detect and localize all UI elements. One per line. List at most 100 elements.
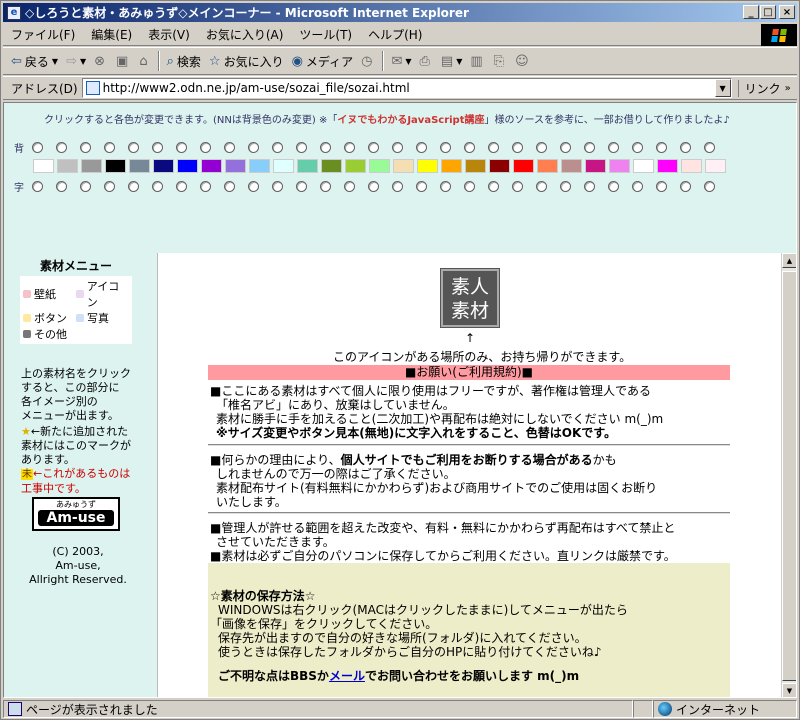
bg-color-radio[interactable] [512, 142, 523, 153]
mail-button[interactable]: ✉ ▼ [387, 49, 415, 73]
text-color-radio[interactable] [200, 181, 211, 192]
text-color-radio[interactable] [320, 181, 331, 192]
menu-item-wallpaper[interactable]: 壁紙 [23, 278, 76, 310]
scroll-thumb[interactable] [782, 271, 796, 681]
text-color-radio[interactable] [104, 181, 115, 192]
text-color-radio[interactable] [344, 181, 355, 192]
text-color-radio[interactable] [296, 181, 307, 192]
text-color-radio[interactable] [416, 181, 427, 192]
text-color-radio[interactable] [512, 181, 523, 192]
close-button[interactable]: × [779, 5, 795, 19]
address-dropdown-button[interactable]: ▼ [714, 79, 731, 97]
print-button[interactable]: ⎙ [416, 49, 437, 73]
bg-color-radio[interactable] [392, 142, 403, 153]
text-color-radio[interactable] [176, 181, 187, 192]
bg-color-radio[interactable] [176, 142, 187, 153]
javascript-course-link[interactable]: イヌでもわかるJavaScript講座 [337, 115, 484, 126]
refresh-button[interactable]: ▣ [112, 49, 135, 73]
text-color-radio[interactable] [464, 181, 475, 192]
discuss-button[interactable]: ▥ [466, 49, 489, 73]
bg-color-radio[interactable] [704, 142, 715, 153]
menu-file[interactable]: ファイル(F) [3, 26, 83, 43]
bg-color-radio[interactable] [56, 142, 67, 153]
bg-color-radio[interactable] [320, 142, 331, 153]
text-color-radio[interactable] [368, 181, 379, 192]
history-button[interactable]: ◷ [357, 49, 379, 73]
scroll-down-button[interactable]: ▼ [782, 683, 796, 697]
bg-color-radio[interactable] [344, 142, 355, 153]
bg-color-radio[interactable] [560, 142, 571, 153]
menu-item-photo[interactable]: 写真 [76, 310, 129, 326]
bg-color-radio[interactable] [296, 142, 307, 153]
bg-color-radio[interactable] [272, 142, 283, 153]
bg-color-radio[interactable] [368, 142, 379, 153]
bg-color-radio[interactable] [440, 142, 451, 153]
menu-tools[interactable]: ツール(T) [291, 26, 360, 43]
text-color-radio[interactable] [632, 181, 643, 192]
bg-color-radio[interactable] [416, 142, 427, 153]
text-color-radio[interactable] [224, 181, 235, 192]
menu-item-button[interactable]: ボタン [23, 310, 76, 326]
bg-color-radio[interactable] [32, 142, 43, 153]
text-color-radio[interactable] [248, 181, 259, 192]
bg-color-radio[interactable] [608, 142, 619, 153]
bg-color-radio[interactable] [80, 142, 91, 153]
forward-button[interactable]: ⇨ ▼ [62, 49, 90, 73]
research-button[interactable]: ⎘ [490, 49, 511, 73]
text-color-radio[interactable] [680, 181, 691, 192]
links-button[interactable]: リンク [737, 79, 781, 97]
bg-color-radio[interactable] [200, 142, 211, 153]
text-color-radio[interactable] [704, 181, 715, 192]
menu-edit[interactable]: 編集(E) [83, 26, 140, 43]
text-color-radio[interactable] [56, 181, 67, 192]
menu-view[interactable]: 表示(V) [140, 26, 198, 43]
bg-color-radio[interactable] [656, 142, 667, 153]
bg-color-radio[interactable] [224, 142, 235, 153]
bg-color-radio[interactable] [104, 142, 115, 153]
minimize-button[interactable]: _ [743, 5, 759, 19]
edit-button[interactable]: ▤ ▼ [437, 49, 466, 73]
back-button[interactable]: ⇦ 戻る ▼ [7, 49, 62, 73]
bg-color-radio[interactable] [152, 142, 163, 153]
text-color-radio[interactable] [536, 181, 547, 192]
bg-color-radio[interactable] [680, 142, 691, 153]
text-color-radio[interactable] [488, 181, 499, 192]
bg-color-radio[interactable] [536, 142, 547, 153]
menu-item-other[interactable]: その他 [23, 326, 76, 342]
chevron-right-icon[interactable]: » [785, 83, 791, 94]
bg-color-radio[interactable] [488, 142, 499, 153]
text-color-radio[interactable] [656, 181, 667, 192]
text-color-radio[interactable] [584, 181, 595, 192]
text-color-radio[interactable] [440, 181, 451, 192]
text-color-radio[interactable] [608, 181, 619, 192]
text-color-radio[interactable] [392, 181, 403, 192]
am-use-logo[interactable]: あみゅうず Am-use [32, 497, 120, 531]
favorites-button[interactable]: ☆ お気に入り [205, 49, 288, 73]
stop-button[interactable]: ⊗ [90, 49, 112, 73]
scroll-up-button[interactable]: ▲ [782, 253, 796, 268]
text-color-radio[interactable] [32, 181, 43, 192]
vertical-scrollbar[interactable]: ▲ ▼ [781, 253, 796, 697]
menu-item-icon[interactable]: アイコン [76, 278, 129, 310]
menu-help[interactable]: ヘルプ(H) [360, 26, 430, 43]
text-color-radio[interactable] [128, 181, 139, 192]
maximize-button[interactable]: □ [760, 5, 776, 19]
title-bar[interactable]: e ◇しろうと素材・あみゅうず◇メインコーナー - Microsoft Inte… [3, 3, 797, 22]
text-color-radio[interactable] [272, 181, 283, 192]
bg-color-radio[interactable] [464, 142, 475, 153]
button-category-icon [23, 314, 31, 322]
bg-color-radio[interactable] [248, 142, 259, 153]
text-color-radio[interactable] [560, 181, 571, 192]
address-input[interactable]: http://www2.odn.ne.jp/am-use/sozai_file/… [81, 78, 732, 98]
bg-color-radio[interactable] [584, 142, 595, 153]
bg-color-radio[interactable] [128, 142, 139, 153]
home-button[interactable]: ⌂ [135, 49, 154, 73]
bg-color-radio[interactable] [632, 142, 643, 153]
media-button[interactable]: ◉ メディア [288, 49, 358, 73]
text-color-radio[interactable] [80, 181, 91, 192]
search-button[interactable]: ⌕ 検索 [163, 49, 205, 73]
text-color-radio[interactable] [152, 181, 163, 192]
mail-link[interactable]: メール [329, 669, 365, 683]
menu-favorites[interactable]: お気に入り(A) [198, 26, 292, 43]
messenger-button[interactable]: ☺ [511, 49, 536, 73]
